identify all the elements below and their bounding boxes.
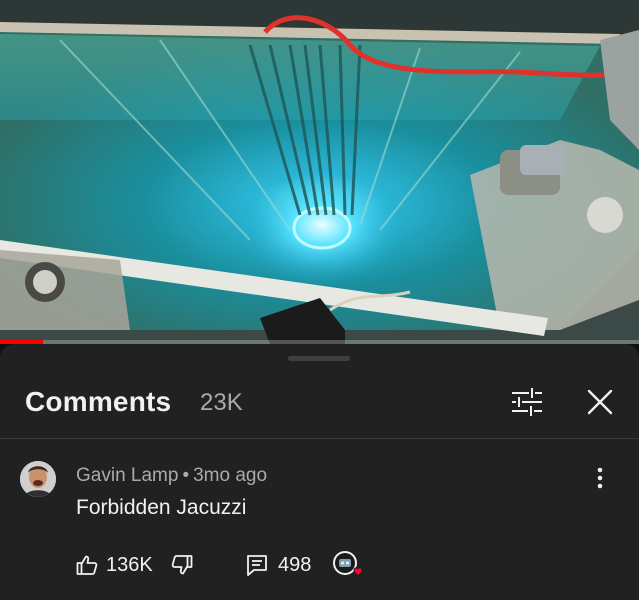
close-button[interactable] <box>580 382 620 422</box>
comments-sheet: Comments 23K Gavin Lamp • 3mo ago Forbid… <box>0 344 639 600</box>
comment-item[interactable]: Gavin Lamp • 3mo ago Forbidden Jacuzzi 1… <box>0 439 639 600</box>
replies-button[interactable]: 498 <box>246 547 311 583</box>
like-button[interactable]: 136K <box>76 547 153 583</box>
comment-more-button[interactable] <box>588 463 612 493</box>
comment-icon <box>247 555 267 576</box>
dislike-button[interactable] <box>171 547 193 583</box>
sort-filter-button[interactable] <box>507 382 547 422</box>
comments-count: 23K <box>200 389 243 416</box>
app-screen: Comments 23K Gavin Lamp • 3mo ago Forbid… <box>0 0 639 600</box>
comments-header: Comments 23K <box>0 374 639 434</box>
video-frame <box>0 0 639 344</box>
replies-count: 498 <box>278 553 312 576</box>
author-avatar-image <box>20 461 56 497</box>
comment-text: Forbidden Jacuzzi <box>76 496 247 519</box>
sliders-icon <box>512 388 542 416</box>
thumbs-down-icon <box>171 555 193 575</box>
comment-time: 3mo ago <box>193 465 268 486</box>
like-count: 136K <box>106 553 153 576</box>
comment-actions: 136K 498 <box>76 547 616 583</box>
comment-author[interactable]: Gavin Lamp <box>76 465 178 486</box>
video-player[interactable] <box>0 0 639 344</box>
meta-separator: • <box>182 465 190 486</box>
comment-meta: Gavin Lamp • 3mo ago <box>76 465 267 487</box>
thumbs-up-icon <box>76 555 98 575</box>
creator-heart-icon <box>333 551 363 577</box>
close-icon <box>587 389 613 415</box>
avatar[interactable] <box>20 461 56 497</box>
creator-heart-badge <box>332 547 363 583</box>
comments-title: Comments <box>25 386 172 417</box>
drag-handle[interactable] <box>288 356 350 361</box>
more-vertical-icon <box>597 467 603 489</box>
